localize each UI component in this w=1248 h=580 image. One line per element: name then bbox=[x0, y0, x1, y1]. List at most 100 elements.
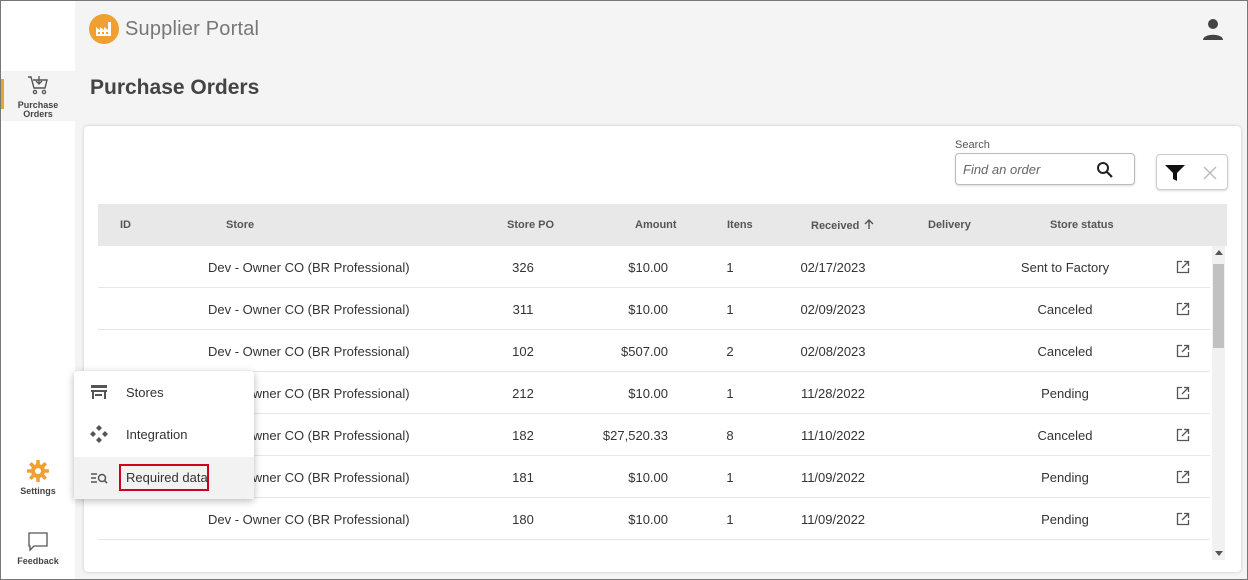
open-external-icon[interactable] bbox=[1176, 428, 1190, 442]
cell-store-po: 311 bbox=[512, 302, 534, 317]
column-header-store-po[interactable]: Store PO bbox=[507, 219, 554, 231]
table-scrollbar[interactable] bbox=[1212, 246, 1225, 560]
table-row[interactable]: Dev - Owner CO (BR Professional) 180 $10… bbox=[98, 498, 1210, 540]
menu-item-integration[interactable]: Integration bbox=[74, 413, 254, 455]
column-header-id[interactable]: ID bbox=[120, 219, 131, 231]
nav-purchase-orders[interactable]: Purchase Orders bbox=[1, 71, 75, 121]
search-icon[interactable] bbox=[1096, 161, 1114, 179]
cell-items: 8 bbox=[726, 428, 734, 443]
table-row[interactable]: Dev - Owner CO (BR Professional) 212 $10… bbox=[98, 372, 1210, 414]
factory-logo-icon bbox=[89, 14, 119, 44]
cell-store-status: Canceled bbox=[1037, 344, 1093, 359]
cell-received: 11/28/2022 bbox=[800, 386, 866, 401]
column-header-store[interactable]: Store bbox=[226, 219, 254, 231]
cell-items: 2 bbox=[726, 344, 734, 359]
cell-store: Dev - Owner CO (BR Professional) bbox=[208, 302, 410, 317]
cell-store-po: 212 bbox=[512, 386, 534, 401]
menu-item-integration-label: Integration bbox=[126, 427, 188, 442]
nav-feedback[interactable]: Feedback bbox=[1, 531, 75, 571]
menu-item-required-data[interactable]: Required data bbox=[74, 457, 254, 499]
cell-items: 1 bbox=[726, 302, 734, 317]
open-external-icon[interactable] bbox=[1176, 302, 1190, 316]
app-frame: Purchase Orders Settings Feedback Suppli… bbox=[0, 0, 1248, 580]
nav-settings-label: Settings bbox=[20, 486, 56, 496]
table-row[interactable]: Dev - Owner CO (BR Professional) 181 $10… bbox=[98, 456, 1210, 498]
column-header-items[interactable]: Itens bbox=[727, 219, 753, 231]
nav-settings[interactable]: Settings bbox=[1, 459, 75, 499]
filter-icon[interactable] bbox=[1165, 165, 1185, 181]
open-external-icon[interactable] bbox=[1176, 512, 1190, 526]
user-account-icon[interactable] bbox=[1201, 17, 1225, 41]
cell-amount: $27,520.33 bbox=[602, 428, 668, 443]
nav-purchase-orders-label-line2: Orders bbox=[23, 109, 53, 119]
page-title: Purchase Orders bbox=[90, 76, 260, 99]
cell-store-po: 182 bbox=[512, 428, 534, 443]
cell-store-po: 102 bbox=[512, 344, 534, 359]
cell-store: Dev - Owner CO (BR Professional) bbox=[208, 344, 410, 359]
open-external-icon[interactable] bbox=[1176, 470, 1190, 484]
orders-card: Search ID Store Store PO Amount Itens bbox=[84, 126, 1241, 572]
table-row[interactable]: Dev - Owner CO (BR Professional) 326 $10… bbox=[98, 246, 1210, 288]
column-header-delivery[interactable]: Delivery bbox=[928, 219, 971, 231]
cell-store-po: 326 bbox=[512, 260, 534, 275]
cell-amount: $10.00 bbox=[628, 260, 668, 275]
table-body: Dev - Owner CO (BR Professional) 326 $10… bbox=[98, 246, 1210, 566]
cell-received: 11/10/2022 bbox=[800, 428, 866, 443]
table-header: ID Store Store PO Amount Itens Received … bbox=[98, 204, 1227, 246]
cell-store-status: Sent to Factory bbox=[1020, 260, 1110, 275]
cell-store-status: Pending bbox=[1041, 512, 1089, 527]
cart-icon bbox=[28, 76, 48, 95]
close-icon[interactable] bbox=[1203, 166, 1217, 180]
menu-item-required-data-label: Required data bbox=[126, 470, 208, 485]
cell-store: Dev - Owner CO (BR Professional) bbox=[208, 512, 410, 527]
cell-received: 02/09/2023 bbox=[800, 302, 866, 317]
open-external-icon[interactable] bbox=[1176, 260, 1190, 274]
cell-store-po: 180 bbox=[512, 512, 534, 527]
menu-item-stores-label: Stores bbox=[126, 385, 164, 400]
chat-bubble-icon bbox=[28, 532, 48, 552]
open-external-icon[interactable] bbox=[1176, 386, 1190, 400]
cell-store-status: Pending bbox=[1041, 386, 1089, 401]
table-row[interactable]: Dev - Owner CO (BR Professional) 102 $50… bbox=[98, 330, 1210, 372]
menu-item-stores[interactable]: Stores bbox=[74, 371, 254, 413]
settings-menu: Stores Integration Required data bbox=[74, 371, 254, 499]
cell-received: 02/08/2023 bbox=[800, 344, 866, 359]
scroll-up-arrow-icon[interactable] bbox=[1215, 250, 1223, 255]
open-external-icon[interactable] bbox=[1176, 344, 1190, 358]
cell-store: Dev - Owner CO (BR Professional) bbox=[208, 260, 410, 275]
cell-store-status: Pending bbox=[1041, 470, 1089, 485]
cell-items: 1 bbox=[726, 470, 734, 485]
table-row[interactable]: Dev - Owner CO (BR Professional) 311 $10… bbox=[98, 288, 1210, 330]
cell-items: 1 bbox=[726, 386, 734, 401]
search-input[interactable] bbox=[963, 162, 1093, 177]
table-row[interactable]: Dev - Owner CO (BR Professional) 182 $27… bbox=[98, 414, 1210, 456]
required-data-icon bbox=[91, 473, 108, 484]
scroll-thumb[interactable] bbox=[1213, 264, 1224, 348]
brand[interactable]: Supplier Portal bbox=[89, 13, 259, 45]
cell-items: 1 bbox=[726, 512, 734, 527]
column-header-amount[interactable]: Amount bbox=[635, 219, 677, 231]
cell-amount: $10.00 bbox=[628, 302, 668, 317]
search-label: Search bbox=[955, 139, 990, 151]
cell-amount: $507.00 bbox=[621, 344, 668, 359]
factory-icon bbox=[96, 22, 111, 36]
brand-name: Supplier Portal bbox=[125, 17, 260, 40]
scroll-down-arrow-icon[interactable] bbox=[1215, 551, 1223, 556]
cell-store-status: Canceled bbox=[1037, 302, 1093, 317]
store-icon bbox=[91, 385, 107, 399]
cell-amount: $10.00 bbox=[628, 386, 668, 401]
arrow-up-icon bbox=[864, 219, 874, 229]
cell-items: 1 bbox=[726, 260, 734, 275]
cell-amount: $10.00 bbox=[628, 512, 668, 527]
gear-icon bbox=[27, 460, 49, 482]
cell-received: 02/17/2023 bbox=[800, 260, 866, 275]
column-header-received[interactable]: Received bbox=[811, 219, 874, 232]
cell-received: 11/09/2022 bbox=[800, 470, 866, 485]
nav-feedback-label: Feedback bbox=[17, 556, 59, 566]
cell-store-po: 181 bbox=[512, 470, 534, 485]
search-box bbox=[955, 153, 1135, 185]
filter-controls bbox=[1156, 154, 1228, 190]
column-header-received-label: Received bbox=[811, 220, 860, 232]
column-header-store-status[interactable]: Store status bbox=[1050, 219, 1114, 231]
left-nav: Purchase Orders Settings Feedback bbox=[1, 1, 75, 579]
